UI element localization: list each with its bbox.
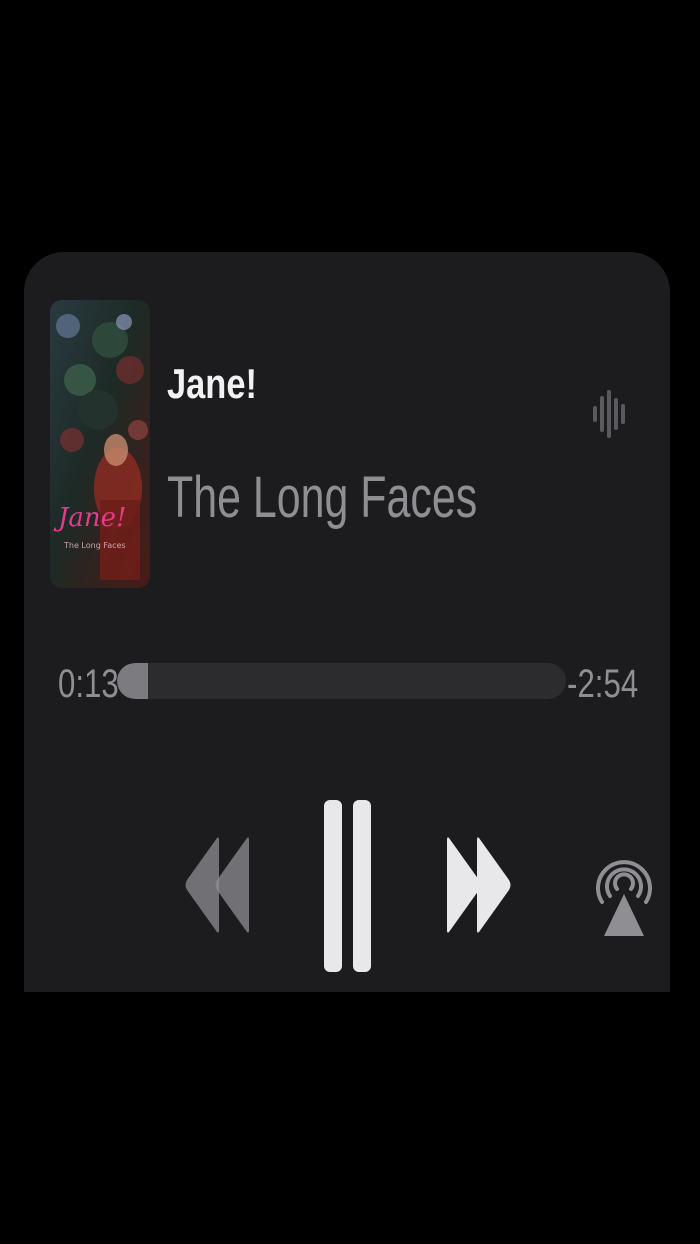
remaining-time: -2:54: [566, 662, 638, 706]
airplay-button[interactable]: [588, 832, 660, 940]
album-art[interactable]: Jane! The Long Faces: [50, 300, 150, 588]
screen: Jane! The Long Faces Jane! The Long Face…: [0, 0, 700, 1244]
airplay-icon: [596, 860, 652, 936]
pause-icon: [324, 800, 371, 972]
album-art-image: Jane! The Long Faces: [50, 300, 150, 588]
elapsed-time: 0:13: [58, 662, 119, 706]
album-art-lettering: Jane!: [53, 503, 127, 533]
track-title: Jane!: [167, 360, 257, 407]
track-artist[interactable]: The Long Faces: [167, 464, 477, 531]
rewind-icon: [185, 837, 249, 933]
progress-fill: [117, 663, 149, 699]
fast-forward-button[interactable]: [446, 832, 512, 938]
waveform-icon: [592, 388, 630, 440]
progress-scrubber[interactable]: [117, 663, 566, 699]
rewind-button[interactable]: [184, 832, 250, 938]
pause-button[interactable]: [324, 800, 372, 972]
svg-text:The Long Faces: The Long Faces: [63, 541, 126, 550]
fast-forward-icon: [447, 837, 511, 933]
now-playing-card: Jane! The Long Faces Jane! The Long Face…: [24, 252, 670, 992]
